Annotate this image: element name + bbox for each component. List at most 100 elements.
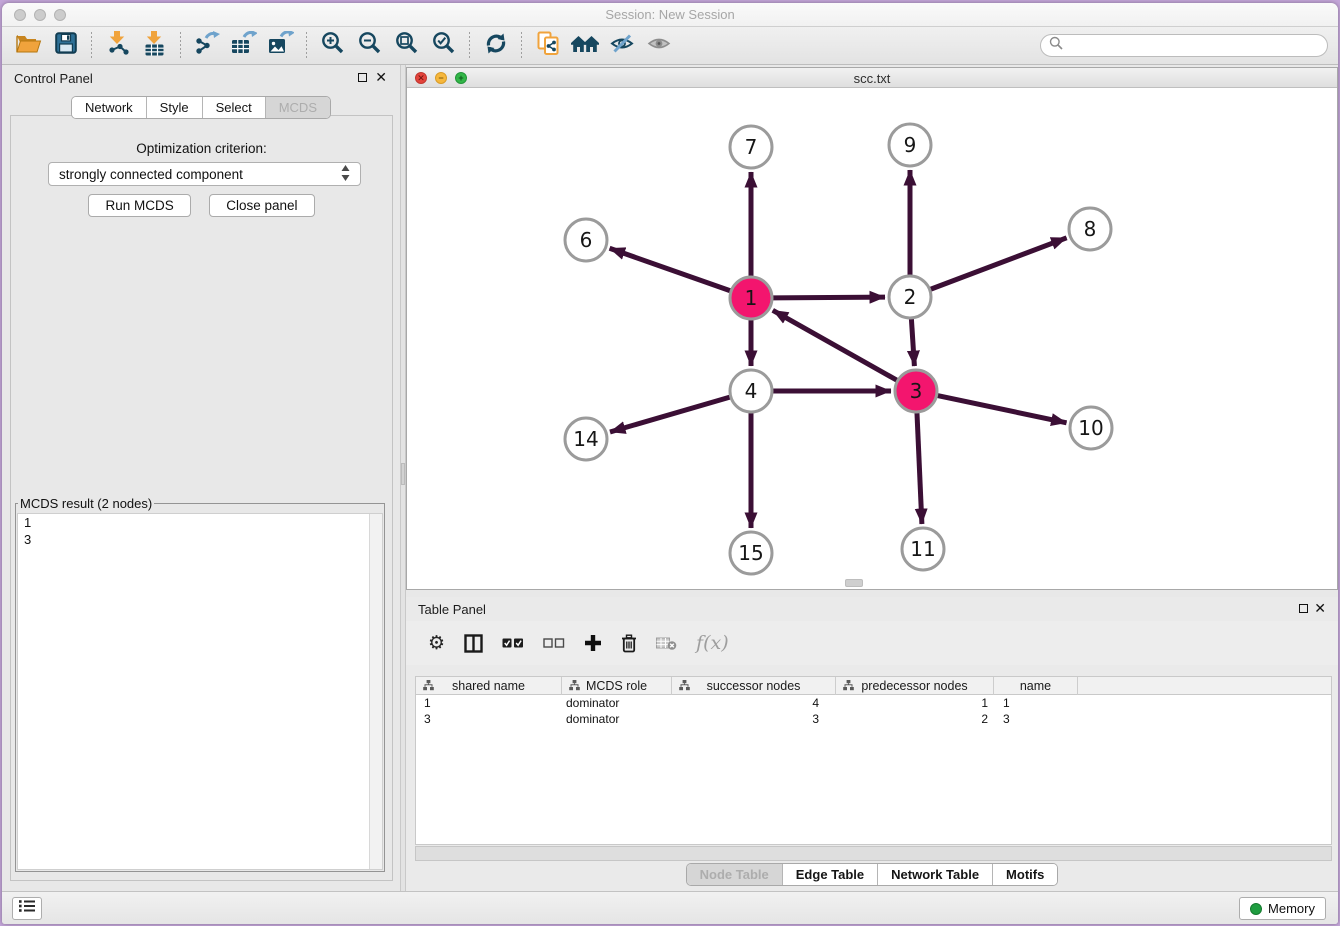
delete-column-icon[interactable] [621,634,637,653]
column-visibility-icon[interactable] [464,634,483,653]
graph-node-4[interactable]: 4 [730,370,772,412]
table-settings-icon[interactable]: ⚙ [428,632,445,654]
table-row[interactable]: 3dominator323 [416,711,1331,727]
graph-node-11[interactable]: 11 [902,528,944,570]
tab-network[interactable]: Network [72,97,146,118]
deselect-all-rows-icon[interactable] [543,637,565,649]
hide-selected-button[interactable] [603,31,640,61]
select-all-rows-icon[interactable] [502,637,524,649]
criterion-dropdown[interactable]: strongly connected component [48,162,361,186]
float-table-panel-icon[interactable] [1299,604,1308,613]
add-column-icon[interactable] [584,634,602,652]
graph-node-10[interactable]: 10 [1070,407,1112,449]
cell-successor_nodes[interactable]: 3 [672,711,836,727]
table-toolbar: ⚙ f(x) [406,621,1338,665]
graph-edge-3-11[interactable] [917,413,922,524]
result-item[interactable]: 3 [18,531,382,548]
column-header-name[interactable]: name [994,677,1078,695]
show-all-button[interactable] [566,31,603,61]
export-image-button[interactable] [262,31,299,61]
graph-edge-2-3[interactable] [911,319,914,366]
svg-text:7: 7 [745,135,758,159]
cell-mcds_role[interactable]: dominator [562,711,672,727]
search-icon [1049,36,1063,55]
import-network-button[interactable] [99,31,136,61]
clone-network-button[interactable] [529,31,566,61]
zoom-selected-button[interactable] [425,31,462,61]
save-session-button[interactable] [47,31,84,61]
table-horizontal-scrollbar[interactable] [415,846,1332,861]
open-folder-icon [15,32,42,59]
table-tab-node-table[interactable]: Node Table [687,864,782,885]
search-input[interactable] [1063,37,1327,55]
canvas-resize-grip[interactable] [845,579,863,587]
function-builder-icon[interactable]: f(x) [696,632,729,654]
result-item[interactable]: 1 [18,514,382,531]
svg-text:1: 1 [745,286,758,310]
tab-style[interactable]: Style [146,97,202,118]
table-row[interactable]: 1dominator411 [416,695,1331,711]
import-table-icon [142,30,167,61]
cell-predecessor_nodes[interactable]: 1 [836,695,994,711]
table-tab-network-table[interactable]: Network Table [877,864,992,885]
tab-mcds[interactable]: MCDS [265,97,330,118]
column-header-shared-name[interactable]: shared name [416,677,562,695]
network-canvas[interactable]: 7 9 6 8 1 2 4 3 14 10 15 11 [407,88,1337,589]
delete-table-icon[interactable] [656,636,677,651]
run-mcds-button[interactable]: Run MCDS [88,194,190,217]
graph-node-14[interactable]: 14 [565,418,607,460]
table-body: 1dominator4113dominator323 [416,695,1331,844]
graph-edge-4-14[interactable] [610,397,730,432]
cell-shared_name[interactable]: 3 [416,711,562,727]
table-panel-title: Table Panel [418,602,486,617]
graph-node-8[interactable]: 8 [1069,208,1111,250]
cell-successor_nodes[interactable]: 4 [672,695,836,711]
svg-text:3: 3 [910,379,923,403]
graph-edge-1-2[interactable] [773,297,885,298]
column-header-MCDS-role[interactable]: MCDS role [562,677,672,695]
show-hidden-button[interactable] [640,31,677,61]
graph-node-7[interactable]: 7 [730,126,772,168]
cell-name[interactable]: 1 [994,695,1078,711]
column-header-predecessor-nodes[interactable]: predecessor nodes [836,677,994,695]
graph-node-1[interactable]: 1 [730,277,772,319]
zoom-fit-button[interactable] [388,31,425,61]
cell-predecessor_nodes[interactable]: 2 [836,711,994,727]
export-network-button[interactable] [188,31,225,61]
cell-mcds_role[interactable]: dominator [562,695,672,711]
graph-node-9[interactable]: 9 [889,124,931,166]
zoom-selected-icon [432,31,456,60]
graph-edge-1-6[interactable] [610,248,731,290]
export-table-button[interactable] [225,31,262,61]
cell-shared_name[interactable]: 1 [416,695,562,711]
hierarchy-icon [423,680,434,694]
graph-node-3[interactable]: 3 [895,370,937,412]
graph-edge-3-1[interactable] [773,310,897,380]
open-session-button[interactable] [10,31,47,61]
table-tab-motifs[interactable]: Motifs [992,864,1057,885]
splitter-grip[interactable] [401,463,405,485]
table-tab-edge-table[interactable]: Edge Table [782,864,877,885]
graph-node-2[interactable]: 2 [889,276,931,318]
graph-edge-2-8[interactable] [931,238,1067,289]
zoom-out-button[interactable] [351,31,388,61]
svg-text:8: 8 [1084,217,1097,241]
float-panel-icon[interactable] [358,73,367,82]
close-table-panel-icon[interactable]: ✕ [1314,600,1326,616]
graph-edge-3-10[interactable] [938,396,1067,423]
task-history-button[interactable] [12,897,42,920]
result-scrollbar[interactable] [369,514,382,869]
graph-node-6[interactable]: 6 [565,219,607,261]
mcds-result-list: 13 [17,513,383,870]
close-panel-icon[interactable]: ✕ [375,69,387,85]
column-header-successor-nodes[interactable]: successor nodes [672,677,836,695]
cell-name[interactable]: 3 [994,711,1078,727]
toolbar-separator [469,32,470,60]
memory-button[interactable]: Memory [1239,897,1326,920]
zoom-in-button[interactable] [314,31,351,61]
graph-node-15[interactable]: 15 [730,532,772,574]
close-panel-button[interactable]: Close panel [209,194,314,217]
tab-select[interactable]: Select [202,97,265,118]
refresh-layout-button[interactable] [477,31,514,61]
import-table-button[interactable] [136,31,173,61]
